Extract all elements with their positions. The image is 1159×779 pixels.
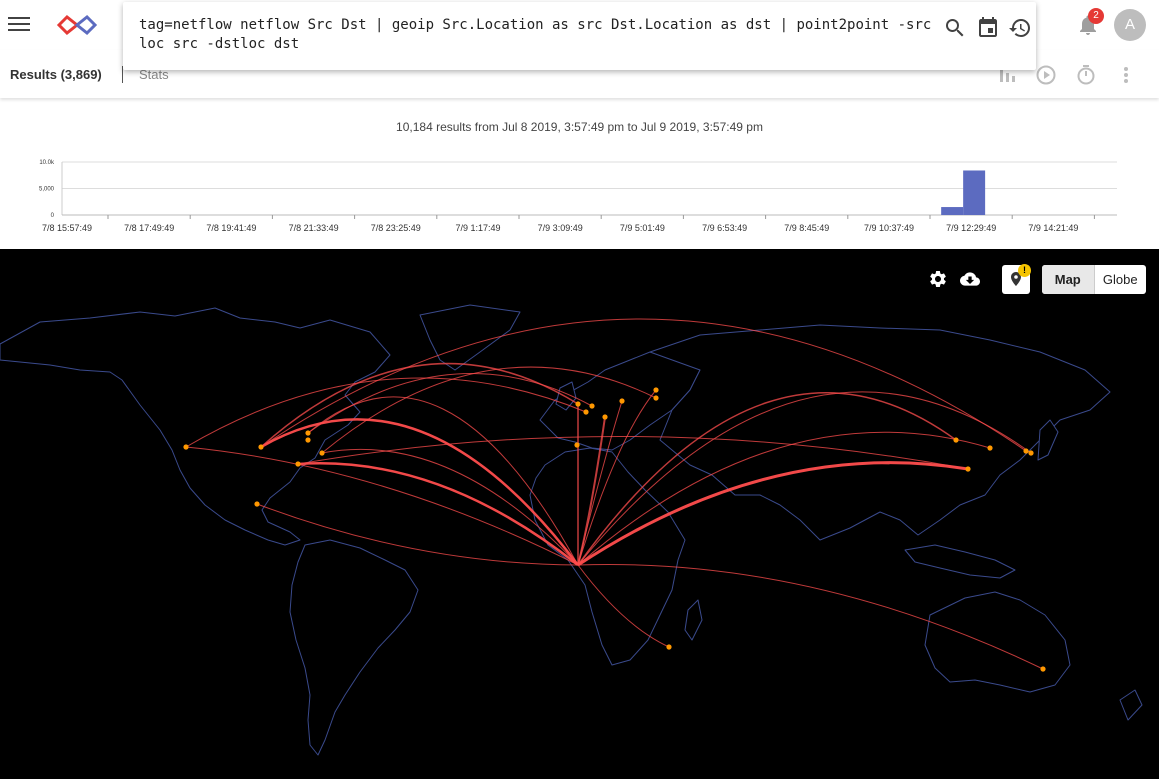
settings-icon[interactable] bbox=[928, 269, 948, 294]
location-point[interactable] bbox=[666, 644, 672, 650]
query-box[interactable]: tag=netflow netflow Src Dst | geoip Src.… bbox=[123, 2, 1036, 70]
location-point[interactable] bbox=[589, 403, 595, 409]
x-tick-label: 7/9 5:01:49 bbox=[620, 223, 665, 233]
menu-icon[interactable] bbox=[8, 13, 32, 37]
location-point[interactable] bbox=[965, 466, 971, 472]
x-tick-label: 7/8 23:25:49 bbox=[371, 223, 421, 233]
query-input[interactable]: tag=netflow netflow Src Dst | geoip Src.… bbox=[139, 16, 939, 54]
timer-icon[interactable] bbox=[1075, 64, 1097, 86]
x-tick-label: 7/8 17:49:49 bbox=[124, 223, 174, 233]
view-toggle[interactable]: Map Globe bbox=[1042, 265, 1146, 294]
x-tick-label: 7/9 3:09:49 bbox=[538, 223, 583, 233]
location-point[interactable] bbox=[575, 401, 581, 407]
x-tick-label: 7/9 8:45:49 bbox=[784, 223, 829, 233]
location-point[interactable] bbox=[305, 430, 311, 436]
landmass-outline bbox=[0, 307, 391, 546]
location-point[interactable] bbox=[258, 444, 264, 450]
warning-badge: ! bbox=[1018, 264, 1031, 277]
location-point[interactable] bbox=[183, 444, 189, 450]
x-tick-label: 7/9 1:17:49 bbox=[455, 223, 500, 233]
histogram-bar[interactable] bbox=[941, 207, 964, 215]
app-logo[interactable] bbox=[56, 12, 98, 38]
results-summary: 10,184 results from Jul 8 2019, 3:57:49 … bbox=[396, 120, 763, 134]
y-tick-label: 0 bbox=[51, 213, 55, 219]
location-point[interactable] bbox=[653, 395, 659, 401]
results-histogram[interactable]: 10.0k 5,000 0 7/8 15:57:49 7/8 17:49:49 7/8 1… bbox=[0, 155, 1159, 245]
location-point[interactable] bbox=[583, 409, 589, 415]
map-view-button[interactable]: Map bbox=[1042, 265, 1095, 294]
location-point[interactable] bbox=[987, 445, 993, 451]
landmass-outline bbox=[904, 544, 1016, 579]
landmass-outline bbox=[289, 539, 419, 756]
avatar[interactable]: A bbox=[1114, 9, 1146, 41]
calendar-icon[interactable] bbox=[976, 16, 1000, 40]
x-tick-label: 7/8 19:41:49 bbox=[206, 223, 256, 233]
landmass-outline bbox=[684, 599, 703, 641]
cloud-download-icon[interactable] bbox=[959, 269, 981, 294]
y-tick-label: 10.0k bbox=[39, 160, 55, 166]
location-point[interactable] bbox=[574, 442, 580, 448]
location-point[interactable] bbox=[953, 437, 959, 443]
x-tick-label: 7/9 12:29:49 bbox=[946, 223, 996, 233]
more-vert-icon[interactable] bbox=[1115, 64, 1137, 86]
location-point[interactable] bbox=[1040, 666, 1046, 672]
x-tick-label: 7/9 10:37:49 bbox=[864, 223, 914, 233]
x-tick-label: 7/8 15:57:49 bbox=[42, 223, 92, 233]
play-circle-icon[interactable] bbox=[1035, 64, 1057, 86]
x-tick-label: 7/9 6:53:49 bbox=[702, 223, 747, 233]
landmass-outline bbox=[1119, 689, 1143, 721]
history-icon[interactable] bbox=[1008, 16, 1032, 40]
globe-view-button[interactable]: Globe bbox=[1095, 265, 1147, 294]
location-point[interactable] bbox=[305, 437, 311, 443]
x-tick-label: 7/9 14:21:49 bbox=[1028, 223, 1078, 233]
notification-badge: 2 bbox=[1088, 8, 1104, 24]
y-tick-label: 5,000 bbox=[39, 187, 55, 193]
location-point[interactable] bbox=[1023, 448, 1029, 454]
map-panel[interactable]: Map Globe bbox=[0, 249, 1159, 779]
landmass-outline bbox=[419, 304, 521, 371]
x-tick-label: 7/8 21:33:49 bbox=[289, 223, 339, 233]
tab-results[interactable]: Results (3,869) bbox=[10, 67, 102, 82]
location-point[interactable] bbox=[254, 501, 260, 507]
location-point[interactable] bbox=[602, 414, 608, 420]
search-icon[interactable] bbox=[943, 16, 967, 40]
location-point[interactable] bbox=[295, 461, 301, 467]
location-point[interactable] bbox=[319, 450, 325, 456]
location-point[interactable] bbox=[1028, 450, 1034, 456]
landmass-outline bbox=[924, 591, 1071, 693]
world-map[interactable] bbox=[0, 249, 1159, 779]
location-point[interactable] bbox=[653, 387, 659, 393]
location-point[interactable] bbox=[619, 398, 625, 404]
histogram-bar[interactable] bbox=[963, 170, 986, 215]
